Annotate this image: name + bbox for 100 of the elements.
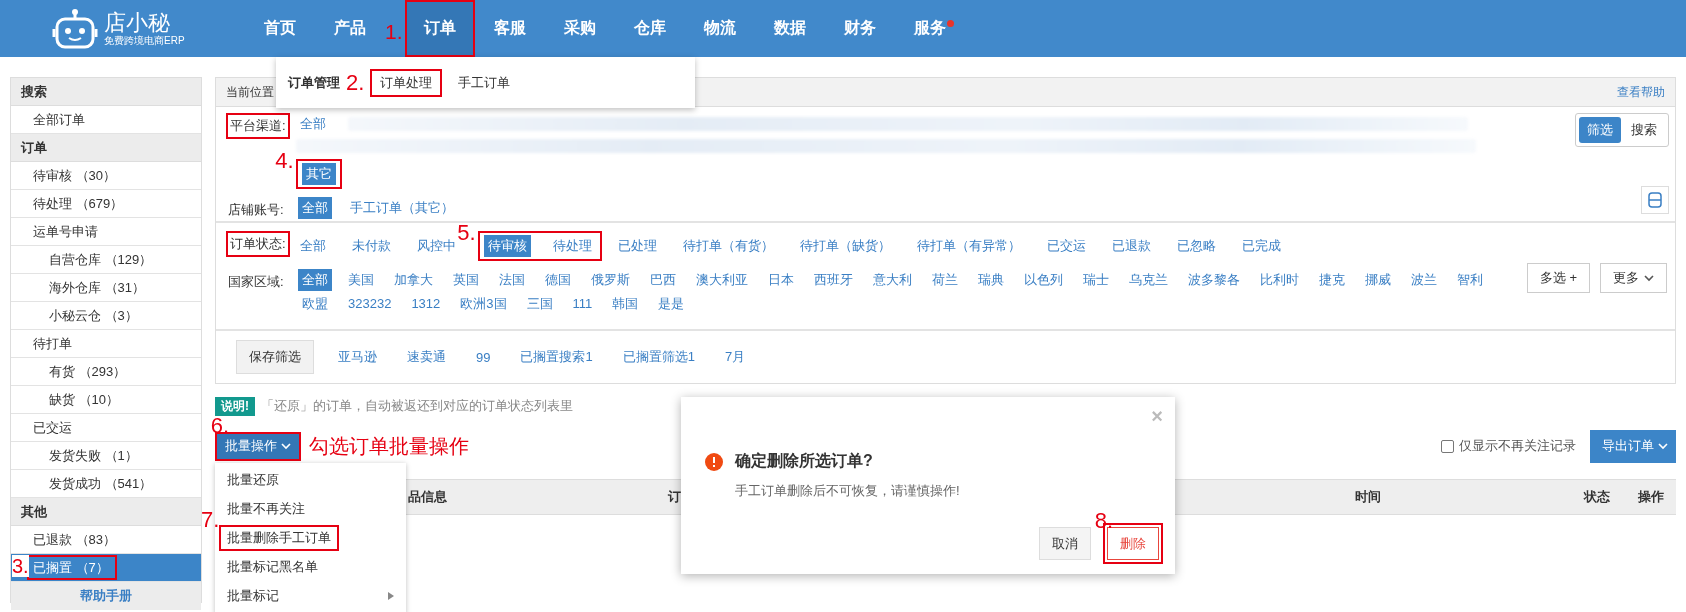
filter-option[interactable]: 瑞典	[974, 269, 1008, 291]
filter-option[interactable]: 澳大利亚	[692, 269, 752, 291]
menu-item[interactable]: 批量标记	[219, 583, 402, 609]
saved-filter-link[interactable]: 已搁置搜索1	[520, 348, 593, 366]
filter-option[interactable]: 波多黎各	[1184, 269, 1244, 291]
filter-option[interactable]: 已完成	[1237, 235, 1285, 257]
sidebar-item[interactable]: 自营仓库 （129）	[11, 246, 201, 274]
filter-option[interactable]: 待处理	[548, 235, 596, 257]
sidebar-item[interactable]: 小秘云仓 （3）	[11, 302, 201, 330]
chevron-down-icon	[1644, 274, 1654, 282]
sidebar-item[interactable]: 3. 已搁置 （7）	[11, 554, 201, 582]
menu-item[interactable]: 批量标记黑名单	[219, 554, 402, 580]
sidebar-item[interactable]: 待处理 （679）	[11, 190, 201, 218]
sidebar-item[interactable]: 海外仓库 （31）	[11, 274, 201, 302]
nav-tab[interactable]: 财务	[824, 0, 895, 57]
filter-option[interactable]: 比利时	[1256, 269, 1303, 291]
filter-option[interactable]: 巴西	[646, 269, 680, 291]
help-link[interactable]: 帮助手册	[11, 582, 201, 610]
filter-option[interactable]: 荷兰	[928, 269, 962, 291]
filter-option[interactable]: 323232	[344, 293, 396, 315]
toggle-tab[interactable]: 筛选	[1579, 117, 1621, 143]
filter-option[interactable]: 俄罗斯	[587, 269, 634, 291]
filter-option[interactable]: 未付款	[347, 235, 395, 257]
nav-tab[interactable]: 数据	[754, 0, 825, 57]
filter-option[interactable]: 法国	[495, 269, 529, 291]
filter-option[interactable]: 待打单（缺货）	[795, 235, 895, 257]
filter-option[interactable]: 美国	[344, 269, 378, 291]
filter-option[interactable]: 欧盟	[298, 293, 332, 315]
filter-option[interactable]: 英国	[449, 269, 483, 291]
saved-filter-link[interactable]: 已搁置筛选1	[622, 348, 695, 366]
nav-tab[interactable]: 订单	[404, 0, 475, 57]
batch-action-button[interactable]: 批量操作	[215, 431, 301, 461]
menu-item[interactable]: 批量不再关注	[219, 496, 402, 522]
filter-option[interactable]: 韩国	[608, 293, 643, 315]
checkbox[interactable]	[1441, 439, 1454, 453]
nav-tab[interactable]: 服务	[894, 0, 965, 57]
menu-item[interactable]: 订单处理	[370, 68, 443, 97]
filter-option[interactable]: 西班牙	[810, 269, 857, 291]
filter-option[interactable]: 波兰	[1407, 269, 1441, 291]
saved-filter-link[interactable]: 99	[476, 349, 491, 365]
nav-tab[interactable]: 仓库	[614, 0, 685, 57]
filter-option[interactable]: 全部	[298, 197, 332, 219]
checkbox-label: 仅显示不再关注记录	[1459, 437, 1576, 455]
filter-option[interactable]: 德国	[541, 269, 575, 291]
toggle-tab[interactable]: 搜索	[1623, 117, 1665, 143]
filter-option[interactable]: 全部	[298, 269, 332, 291]
nav-tab[interactable]: 采购	[544, 0, 615, 57]
sidebar-item[interactable]: 缺货 （10）	[11, 386, 201, 414]
chevron-down-icon	[281, 442, 291, 450]
sidebar-item[interactable]: 待审核 （30）	[11, 162, 201, 190]
filter-option[interactable]: 全部	[295, 235, 330, 257]
filter-option[interactable]: 待打单（有货）	[678, 235, 778, 257]
filter-option[interactable]: 已退款	[1107, 235, 1155, 257]
delete-button[interactable]: 删除	[1107, 527, 1159, 560]
filter-option[interactable]: 1312	[407, 293, 445, 315]
filter-option[interactable]: 全部	[295, 113, 330, 135]
filter-option[interactable]: 已忽略	[1172, 235, 1220, 257]
cancel-button[interactable]: 取消	[1039, 527, 1091, 560]
help-link[interactable]: 查看帮助	[1617, 83, 1665, 101]
more-button[interactable]: 更多	[1600, 263, 1667, 293]
filter-option[interactable]: 手工订单（其它）	[346, 197, 458, 219]
menu-item[interactable]: 手工订单	[448, 68, 521, 97]
export-button[interactable]: 导出订单	[1590, 429, 1676, 463]
filter-option[interactable]: 以色列	[1020, 269, 1067, 291]
nav-tab[interactable]: 产品	[315, 0, 385, 57]
filter-option[interactable]: 捷克	[1315, 269, 1349, 291]
sidebar-item[interactable]: 发货失败 （1）	[11, 442, 201, 470]
filter-option[interactable]: 待打单（有异常）	[912, 235, 1025, 257]
filter-option[interactable]: 待审核	[483, 235, 531, 257]
filter-option[interactable]: 加拿大	[390, 269, 437, 291]
filter-option[interactable]: 乌克兰	[1125, 269, 1172, 291]
saved-filter-link[interactable]: 速卖通	[407, 348, 446, 366]
sidebar-item[interactable]: 有货 （293）	[11, 358, 201, 386]
filter-option[interactable]: 111	[568, 293, 597, 315]
filter-option[interactable]: 已处理	[613, 235, 661, 257]
panel-icon	[1648, 192, 1662, 208]
saved-filter-link[interactable]: 亚马逊	[338, 348, 377, 366]
nav-tab[interactable]: 物流	[684, 0, 755, 57]
save-filter-button[interactable]: 保存筛选	[236, 340, 314, 374]
filter-option[interactable]: 意大利	[869, 269, 916, 291]
filter-option[interactable]: 智利	[1453, 269, 1487, 291]
saved-filter-link[interactable]: 7月	[724, 348, 746, 366]
filter-option[interactable]: 已交运	[1042, 235, 1090, 257]
nav-tab[interactable]: 客服	[474, 0, 545, 57]
filter-option[interactable]: 瑞士	[1079, 269, 1113, 291]
sidebar-item[interactable]: 待打单	[11, 330, 201, 358]
menu-item[interactable]: 批量删除手工订单	[219, 525, 339, 551]
filter-option[interactable]: 欧洲3国	[456, 293, 511, 315]
dialog-title: 确定删除所选订单?	[735, 451, 873, 471]
collapse-button[interactable]	[1641, 186, 1669, 214]
filter-option[interactable]: 三国	[522, 293, 557, 315]
filter-option[interactable]: 挪威	[1361, 269, 1395, 291]
nav-tab[interactable]: 首页	[245, 0, 315, 57]
sidebar-item[interactable]: 运单号申请	[11, 218, 201, 246]
sidebar-item[interactable]: 已交运	[11, 414, 201, 442]
multi-select-button[interactable]: 多选 +	[1526, 263, 1590, 293]
filter-option[interactable]: 是是	[654, 293, 689, 315]
filter-option[interactable]: 其它	[301, 163, 336, 185]
menu-item[interactable]: 批量还原	[219, 467, 402, 493]
filter-option[interactable]: 日本	[764, 269, 798, 291]
